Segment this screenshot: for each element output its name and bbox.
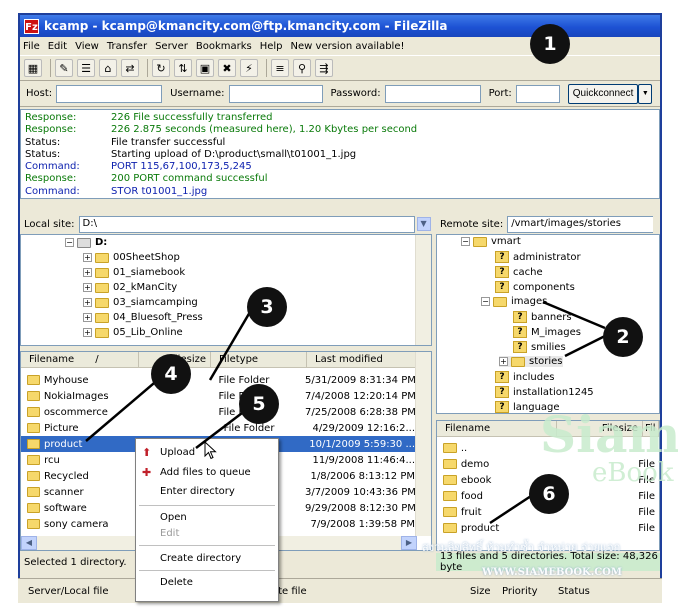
callout-5: 5 [239, 384, 279, 424]
callout-6: 6 [529, 474, 569, 514]
callout-lines [85, 300, 606, 525]
callout-1: 1 [530, 24, 570, 64]
callout-3: 3 [247, 287, 287, 327]
callout-4: 4 [151, 354, 191, 394]
callout-2: 2 [603, 317, 643, 357]
